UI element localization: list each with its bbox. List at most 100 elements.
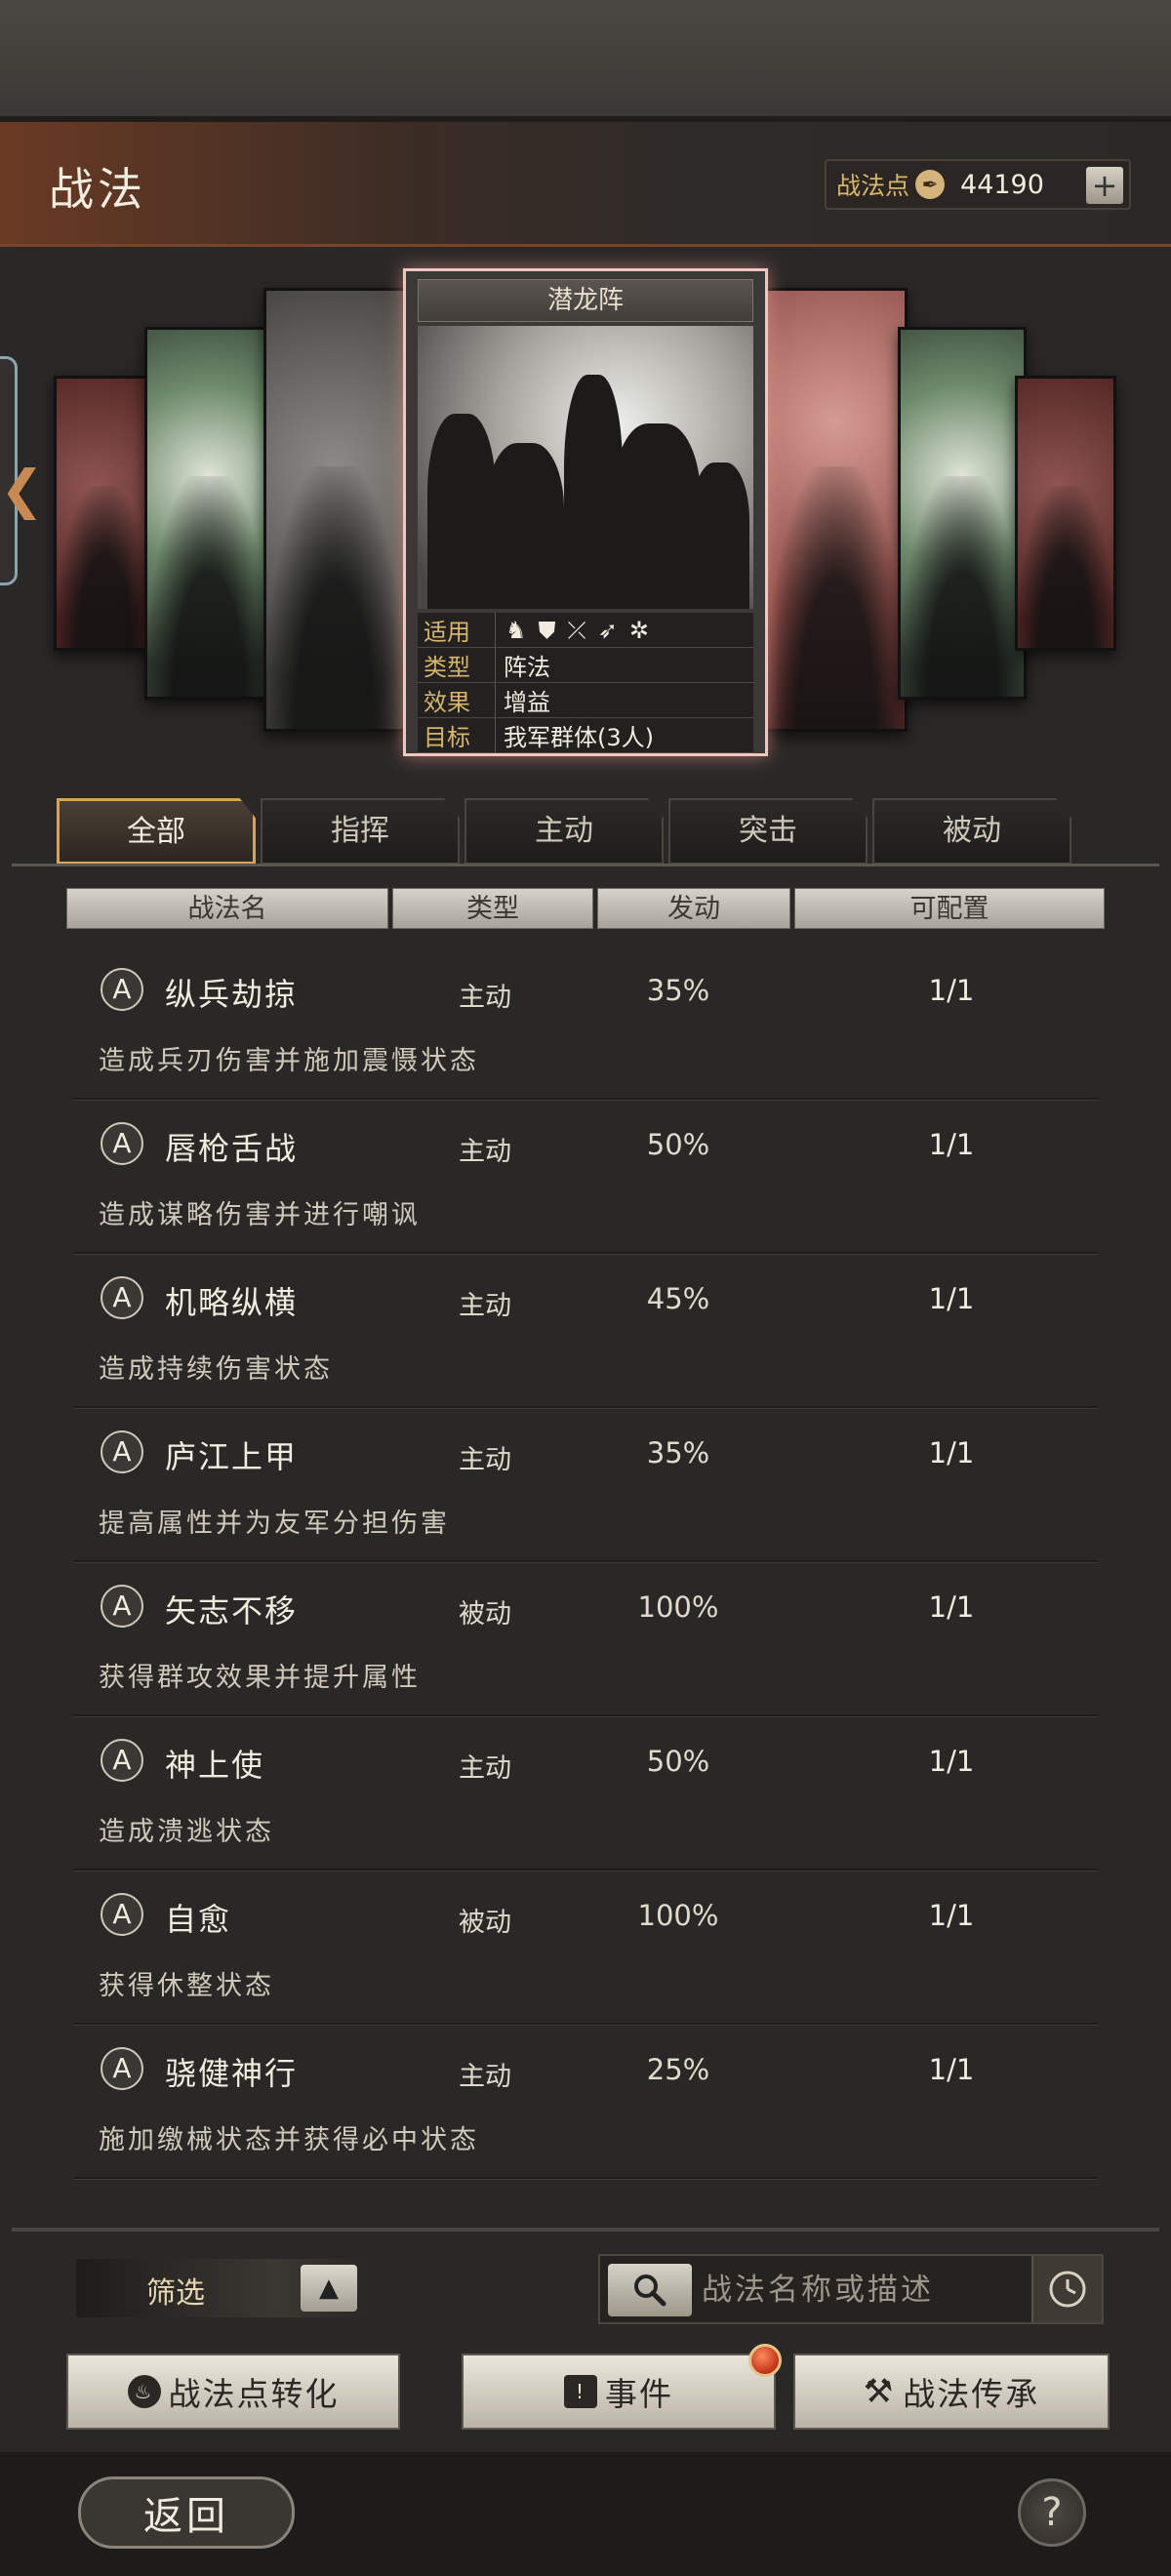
- featured-card-title: 潜龙阵: [418, 279, 753, 322]
- tactic-card[interactable]: [898, 327, 1027, 700]
- flame-icon: ♨: [127, 2375, 161, 2408]
- tactic-type: 被动: [459, 1599, 511, 1630]
- tactic-available: 1/1: [928, 1128, 975, 1161]
- tactic-card[interactable]: [54, 376, 155, 651]
- filter-label: 筛选: [146, 2276, 205, 2311]
- grade-badge: A: [101, 968, 143, 1011]
- tactic-card[interactable]: [144, 327, 273, 700]
- tactic-name: 矢志不移: [165, 1592, 299, 1630]
- table-header: 战法名 类型 发动 可配置: [66, 888, 1105, 929]
- brush-icon: ✒: [915, 170, 946, 199]
- tactic-available: 1/1: [928, 2053, 975, 2086]
- tactic-rate: 35%: [646, 974, 710, 1007]
- tab-assault[interactable]: 突击: [668, 798, 868, 865]
- table-row[interactable]: A 自愈 被动 100% 1/1 获得休整状态: [73, 1872, 1098, 2026]
- tactic-type: 主动: [459, 1137, 511, 1167]
- tactic-description: 造成溃逃状态: [99, 1817, 274, 1847]
- points-label: 战法点: [836, 172, 910, 200]
- tactic-available: 1/1: [928, 1282, 975, 1315]
- table-row[interactable]: A 骁健神行 主动 25% 1/1 施加缴械状态并获得必中状态: [73, 2026, 1098, 2180]
- page-title: 战法: [49, 163, 146, 216]
- divider: [12, 2228, 1159, 2232]
- convert-points-label: 战法点转化: [168, 2375, 340, 2413]
- type-label: 类型: [418, 648, 496, 682]
- tactic-description: 施加缴械状态并获得必中状态: [99, 2125, 479, 2155]
- featured-card-info: 适用 ♞ ⛊ ⤫ ➶ ✲ 类型 阵法 效果 增益 目标 我军群体(3人): [418, 613, 753, 753]
- history-button[interactable]: [1031, 2256, 1102, 2322]
- tactic-description: 造成兵刃伤害并施加震慑状态: [99, 1046, 479, 1076]
- clock-icon: [1049, 2271, 1086, 2308]
- tab-all[interactable]: 全部: [57, 798, 256, 865]
- column-header-available[interactable]: 可配置: [794, 888, 1105, 929]
- tactic-card[interactable]: [263, 288, 406, 732]
- column-header-rate[interactable]: 发动: [597, 888, 790, 929]
- tactic-list[interactable]: A 纵兵劫掠 主动 35% 1/1 造成兵刃伤害并施加震慑状态 A 唇枪舌战 主…: [73, 946, 1098, 2186]
- table-row[interactable]: A 唇枪舌战 主动 50% 1/1 造成谋略伤害并进行嘲讽: [73, 1101, 1098, 1255]
- inherit-tactic-button[interactable]: ⚒ 战法传承: [793, 2354, 1110, 2430]
- tactic-type: 主动: [459, 1753, 511, 1784]
- inherit-tactic-label: 战法传承: [903, 2375, 1040, 2413]
- target-label: 目标: [418, 718, 496, 752]
- triangle-up-icon: ▲: [319, 2274, 339, 2303]
- table-row[interactable]: A 神上使 主动 50% 1/1 造成溃逃状态: [73, 1717, 1098, 1872]
- grade-badge: A: [101, 1893, 143, 1936]
- hammer-icon: ⚒: [863, 2372, 896, 2411]
- tactic-card[interactable]: [765, 288, 908, 732]
- tactic-available: 1/1: [928, 1899, 975, 1932]
- grade-badge: A: [101, 1739, 143, 1782]
- tactic-points-panel: 战法点 ✒ 44190 +: [825, 159, 1131, 210]
- tactic-rate: 100%: [637, 1899, 719, 1932]
- column-header-type[interactable]: 类型: [392, 888, 593, 929]
- applies-label: 适用: [418, 613, 496, 647]
- event-button[interactable]: ! 事件: [462, 2344, 782, 2430]
- add-points-button[interactable]: +: [1086, 167, 1123, 204]
- wheel-icon: ✲: [628, 616, 649, 644]
- tactic-name: 机略纵横: [165, 1284, 299, 1321]
- tactic-type: 主动: [459, 2062, 511, 2092]
- tab-active[interactable]: 主动: [464, 798, 664, 865]
- convert-points-button[interactable]: ♨ 战法点转化: [66, 2354, 400, 2430]
- tactic-name: 唇枪舌战: [165, 1130, 299, 1167]
- filter-toggle-button[interactable]: ▲: [301, 2265, 357, 2312]
- tab-passive[interactable]: 被动: [872, 798, 1071, 865]
- search-input[interactable]: [702, 2266, 1033, 2314]
- table-row[interactable]: A 纵兵劫掠 主动 35% 1/1 造成兵刃伤害并施加震慑状态: [73, 946, 1098, 1101]
- tactic-available: 1/1: [928, 1590, 975, 1624]
- tactic-rate: 25%: [646, 2053, 710, 2086]
- tactic-available: 1/1: [928, 1745, 975, 1778]
- tactic-rate: 50%: [646, 1745, 710, 1778]
- tactic-rate: 50%: [646, 1128, 710, 1161]
- grade-badge: A: [101, 2047, 143, 2090]
- effect-label: 效果: [418, 683, 496, 717]
- column-header-name[interactable]: 战法名: [66, 888, 388, 929]
- tactic-type: 主动: [459, 1445, 511, 1475]
- tactic-description: 获得群攻效果并提升属性: [99, 1663, 421, 1693]
- search-button[interactable]: [608, 2264, 692, 2316]
- table-row[interactable]: A 矢志不移 被动 100% 1/1 获得群攻效果并提升属性: [73, 1563, 1098, 1717]
- tactic-rate: 45%: [646, 1282, 710, 1315]
- grade-badge: A: [101, 1122, 143, 1165]
- search-icon: [634, 2274, 666, 2307]
- category-tabs: 全部 指挥 主动 突击 被动: [57, 798, 1081, 865]
- divider: [12, 864, 1159, 866]
- table-row[interactable]: A 庐江上甲 主动 35% 1/1 提高属性并为友军分担伤害: [73, 1409, 1098, 1563]
- crossed-bow-icon: ⤫: [567, 616, 586, 644]
- search-box: [598, 2254, 1104, 2324]
- tactic-name: 纵兵劫掠: [165, 976, 299, 1013]
- tactic-available: 1/1: [928, 974, 975, 1007]
- table-row[interactable]: A 机略纵横 主动 45% 1/1 造成持续伤害状态: [73, 1255, 1098, 1409]
- featured-card-art: [418, 326, 753, 609]
- tab-command[interactable]: 指挥: [261, 798, 460, 865]
- tactic-card[interactable]: [1015, 376, 1116, 651]
- horse-icon: ♞: [505, 616, 527, 644]
- spear-icon: ➶: [597, 616, 618, 644]
- back-button[interactable]: 返回: [78, 2476, 295, 2549]
- featured-tactic-card[interactable]: 潜龙阵 适用 ♞ ⛊ ⤫ ➶ ✲ 类型 阵法 效果 增益 目标 我军群体(3人): [403, 268, 768, 756]
- grade-badge: A: [101, 1430, 143, 1473]
- tactic-card-carousel[interactable]: ❮ 潜龙阵 适用 ♞ ⛊ ⤫ ➶ ✲ 类型 阵法 效果 增益 目标 我军群体(3…: [0, 249, 1171, 776]
- points-value: 44190: [960, 169, 1044, 200]
- help-button[interactable]: ?: [1018, 2478, 1086, 2547]
- tactic-description: 获得休整状态: [99, 1971, 274, 2001]
- filter-control[interactable]: 筛选 ▲: [76, 2259, 363, 2317]
- chevron-left-icon[interactable]: ❮: [0, 459, 44, 520]
